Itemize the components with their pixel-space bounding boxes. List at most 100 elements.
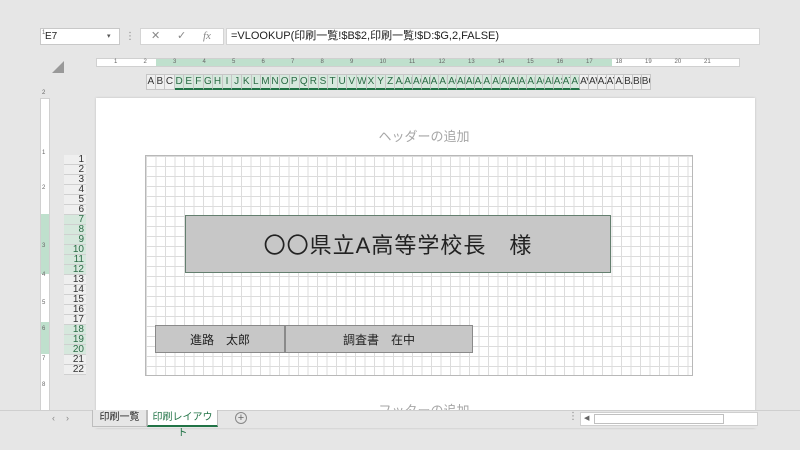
ruler-tick-label: 1 [42,30,46,36]
column-header[interactable]: AZ [615,74,625,90]
ruler-tick-label: 13 [468,59,475,65]
column-header[interactable]: S [318,74,329,90]
column-header[interactable]: AL [492,74,501,90]
formula-bar-grip-icon: ⋮ [125,31,135,42]
ruler-tick-label: 12 [438,59,446,65]
ruler-tick-label: 3 [42,243,46,249]
column-header[interactable]: M [261,74,271,90]
column-header[interactable]: Y [376,74,386,90]
ruler-tick-label: 11 [409,59,416,65]
scroll-left-icon[interactable]: ◀ [584,413,589,425]
column-header[interactable]: AC [413,74,422,90]
ruler-tick-label: 8 [42,382,46,388]
ruler-tick-label: 1 [42,150,46,156]
ruler-tick-label: 15 [527,59,534,65]
column-header[interactable]: W [357,74,367,90]
enter-icon[interactable]: ✓ [177,29,186,44]
column-header[interactable]: D [174,74,185,90]
column-header[interactable]: J [232,74,242,90]
prev-sheet-icon[interactable]: ‹ [52,413,55,423]
ruler-tick-label: 6 [261,59,265,65]
ruler-tick-label: 5 [232,59,236,65]
column-header[interactable]: AB [404,74,414,90]
header-placeholder[interactable]: ヘッダーの追加 [0,126,800,145]
cancel-icon[interactable]: ✕ [151,29,160,44]
ruler-tick-label: 7 [291,59,295,65]
column-header[interactable]: AI [465,74,475,90]
ruler-tick-label: 20 [674,59,682,65]
tab-splitter-icon[interactable]: ⋮ [568,411,578,422]
column-header[interactable]: AK [483,74,493,90]
formula-buttons: ✕ ✓ fx [140,28,224,45]
column-header[interactable]: AF [439,74,449,90]
column-header[interactable]: AM [501,74,510,90]
select-all-corner[interactable] [52,61,64,73]
insert-function-icon[interactable]: fx [203,29,211,44]
column-header[interactable]: BA [624,74,633,90]
column-header[interactable]: P [289,74,300,90]
ruler-tick-label: 14 [497,59,505,65]
formula-input[interactable]: =VLOOKUP(印刷一覧!$B$2,印刷一覧!$D:$G,2,FALSE) [226,28,760,45]
column-header[interactable]: C [165,74,175,90]
tab-print-layout[interactable]: 印刷レイアウト [147,410,218,439]
column-header[interactable]: AX [597,74,607,90]
column-header[interactable]: AW [588,74,598,90]
scrollbar-thumb[interactable] [594,414,724,424]
column-header[interactable]: Z [385,74,396,90]
addressee-cell[interactable]: 〇〇県立A高等学校長 様 [185,215,611,273]
column-header[interactable]: AV [580,74,589,90]
column-header[interactable]: AU [571,74,581,90]
column-header[interactable]: Q [299,74,310,90]
column-header[interactable]: K [241,74,252,90]
column-header[interactable]: H [213,74,223,90]
column-header[interactable]: B [155,74,166,90]
column-header[interactable]: AR [544,74,554,90]
add-sheet-icon[interactable]: + [235,412,247,424]
column-header[interactable]: I [222,74,233,90]
ruler-tick-label: 2 [42,90,46,96]
column-header[interactable]: AN [509,74,519,90]
column-header[interactable]: N [270,74,281,90]
row-header[interactable]: 22 [64,365,86,375]
column-header[interactable]: AD [421,74,431,90]
column-header[interactable]: BC [641,74,651,90]
column-header[interactable]: AG [448,74,458,90]
column-header[interactable]: AJ [474,74,484,90]
row-headers: 1 2 3 4 5 6 7 8 9 10 11 12 13 14 15 16 17 18 19 20 21 22 [64,155,86,375]
tab-print-list[interactable]: 印刷一覧 [92,410,147,427]
column-header[interactable]: AE [430,74,440,90]
column-header[interactable]: AT [562,74,572,90]
ruler-tick-label: 7 [42,356,46,362]
column-header[interactable]: BB [632,74,642,90]
column-header[interactable]: X [366,74,377,90]
ruler-tick-label: 19 [645,59,652,65]
ruler-tick-label: 2 [143,59,147,65]
ruler-tick-label: 4 [42,272,46,278]
ruler-tick-label: 6 [42,326,46,332]
column-headers: ABCDEFGHIJKLMNOPQRSTUVWXYZAAABACADAEAFAG… [146,74,651,90]
column-header[interactable]: R [309,74,319,90]
column-header[interactable]: AP [527,74,537,90]
column-header[interactable]: AS [553,74,563,90]
column-header[interactable]: AQ [536,74,545,90]
next-sheet-icon[interactable]: › [66,413,69,423]
column-header[interactable]: O [280,74,290,90]
column-header[interactable]: AH [457,74,466,90]
column-header[interactable]: V [347,74,358,90]
ruler-tick-label: 18 [615,59,623,65]
column-header[interactable]: AO [518,74,528,90]
document-cell[interactable]: 調査書 在中 [285,325,473,353]
column-header[interactable]: A [146,74,156,90]
column-header[interactable]: E [184,74,194,90]
column-header[interactable]: AY [606,74,616,90]
name-cell[interactable]: 進路 太郎 [155,325,285,353]
ruler-tick-label: 5 [42,300,46,306]
column-header[interactable]: AA [395,74,405,90]
ruler-tick-label: 4 [202,59,206,65]
name-box-dropdown-icon[interactable]: ▾ [107,29,111,44]
column-header[interactable]: L [251,74,262,90]
column-header[interactable]: U [337,74,348,90]
column-header[interactable]: T [328,74,338,90]
column-header[interactable]: F [193,74,204,90]
column-header[interactable]: G [203,74,214,90]
